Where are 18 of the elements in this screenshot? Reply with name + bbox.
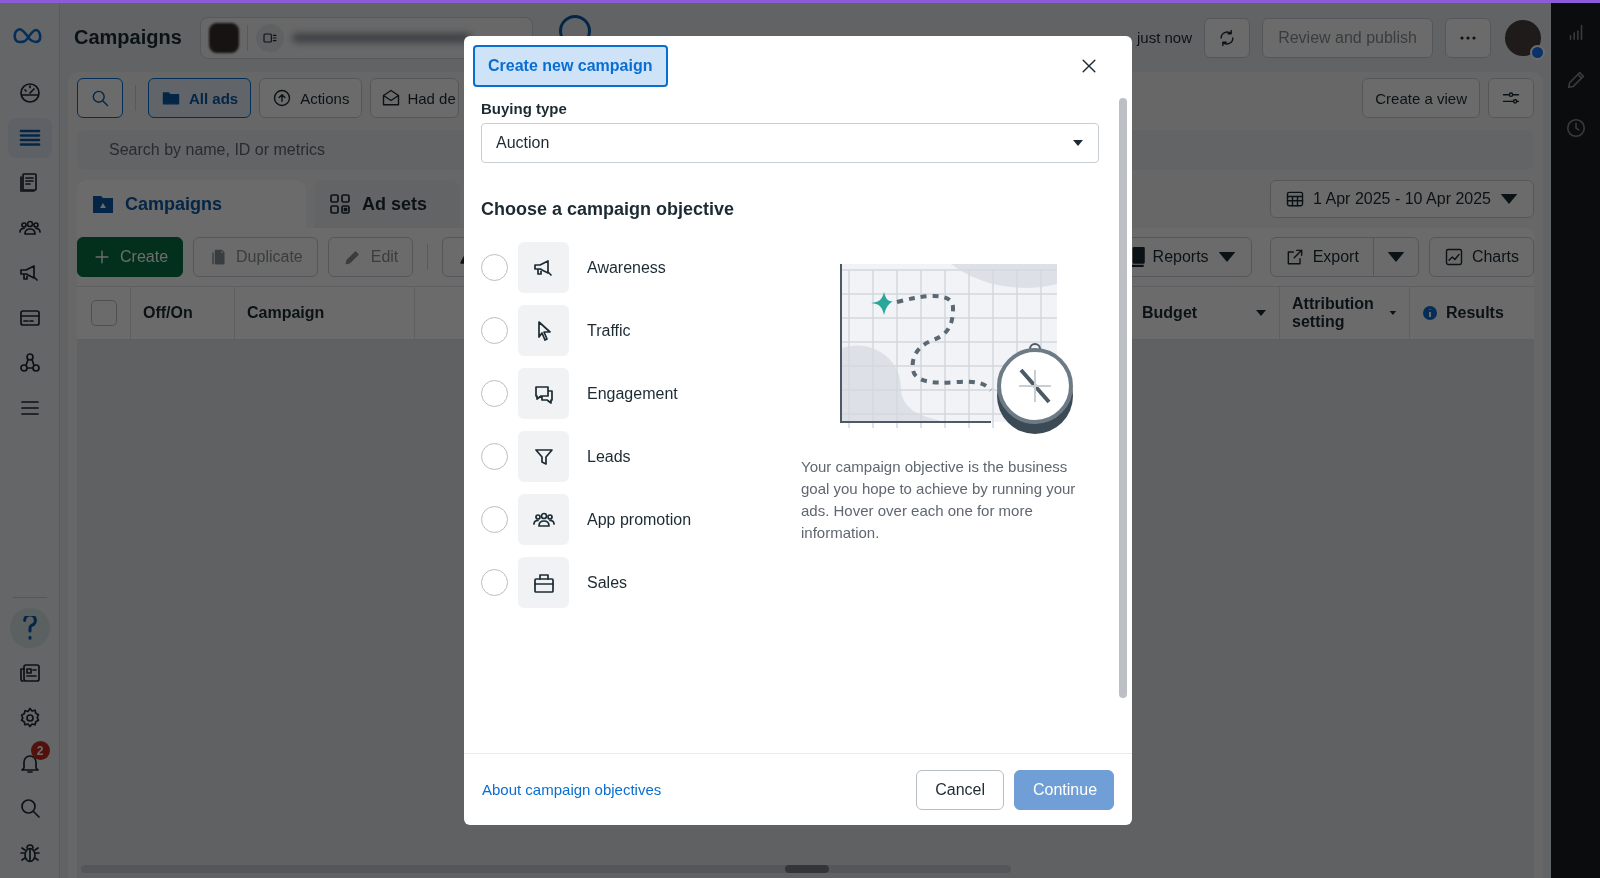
column-header: Off/On	[143, 304, 193, 322]
column-header: Results	[1446, 304, 1504, 322]
objective-label: Awareness	[587, 258, 666, 277]
column-header: Budget	[1142, 304, 1198, 322]
section-heading: Choose a campaign objective	[481, 199, 736, 220]
column-header: Attribution setting	[1292, 295, 1375, 331]
objective-label: Traffic	[587, 321, 631, 340]
objective-description: Your campaign objective is the business goal you hope to achieve by running your ads. Hover over each one for more information.	[801, 457, 1077, 543]
notification-badge: 2	[30, 741, 50, 760]
page-title: Campaigns	[74, 26, 182, 49]
dialog-title: Create new campaign	[473, 45, 668, 87]
field-label: Buying type	[481, 100, 568, 117]
update-status: just now	[1136, 29, 1192, 46]
column-header: Campaign	[247, 304, 325, 322]
objective-label: App promotion	[587, 510, 692, 529]
objective-label: Sales	[587, 573, 628, 592]
objective-label: Leads	[587, 447, 631, 466]
objective-label: Engagement	[587, 384, 678, 403]
